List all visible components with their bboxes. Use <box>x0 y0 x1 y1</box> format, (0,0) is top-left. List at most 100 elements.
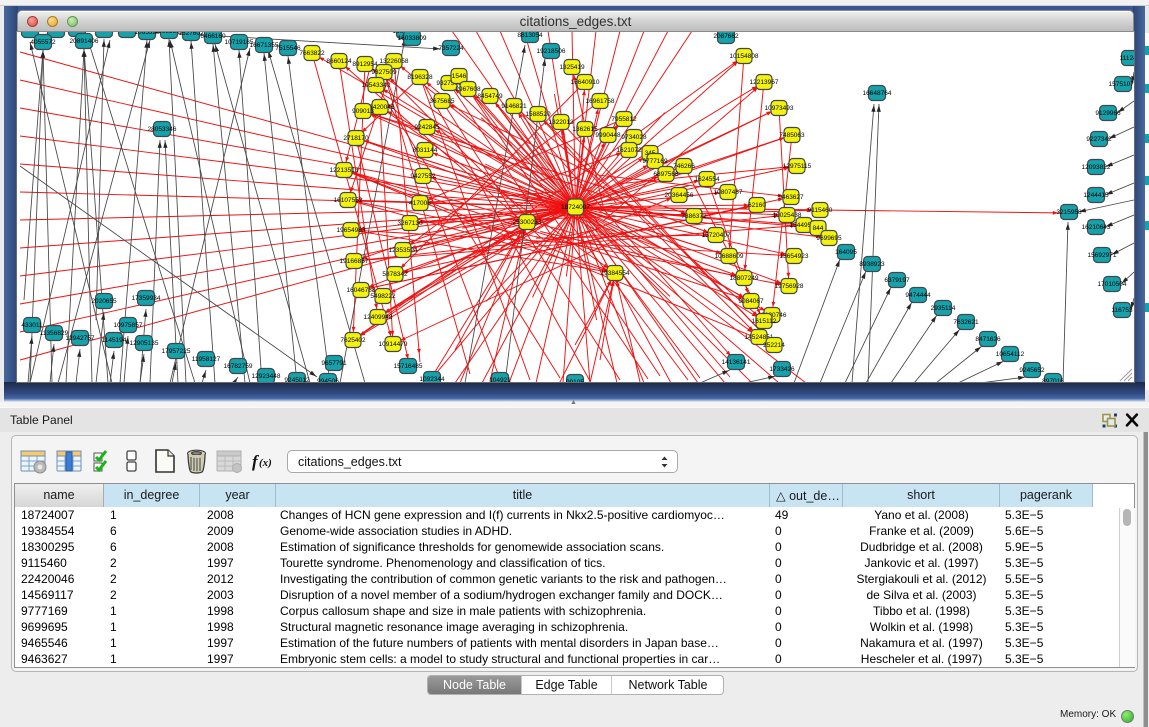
svg-text:11356829: 11356829 <box>40 330 69 337</box>
svg-text:3215958: 3215958 <box>1056 209 1082 216</box>
svg-text:7357224: 7357224 <box>438 45 464 52</box>
svg-text:116753: 116753 <box>1111 307 1133 314</box>
svg-text:12213513: 12213513 <box>330 167 359 174</box>
svg-text:7386372: 7386372 <box>681 213 707 220</box>
svg-text:9657791: 9657791 <box>321 360 347 367</box>
svg-text:111243: 111243 <box>1120 55 1134 62</box>
svg-text:7632621: 7632621 <box>953 319 979 326</box>
svg-text:7515546: 7515546 <box>275 45 301 52</box>
svg-text:9115460: 9115460 <box>808 207 833 214</box>
svg-text:2020655: 2020655 <box>91 298 117 305</box>
svg-text:1588520: 1588520 <box>525 111 551 118</box>
svg-text:433011: 433011 <box>21 322 43 329</box>
svg-text:8938923: 8938923 <box>859 261 885 268</box>
svg-text:8471626: 8471626 <box>975 336 1001 343</box>
svg-text:9245652: 9245652 <box>1019 367 1045 374</box>
svg-text:746266: 746266 <box>673 163 695 170</box>
svg-text:909013: 909013 <box>352 108 374 115</box>
svg-text:16648764: 16648764 <box>863 90 892 97</box>
svg-text:12213967: 12213967 <box>750 79 779 86</box>
svg-text:7663822: 7663822 <box>299 50 325 57</box>
svg-text:8813054: 8813054 <box>517 32 543 39</box>
svg-text:15751074: 15751074 <box>1109 81 1134 88</box>
svg-text:17010504: 17010504 <box>1098 281 1127 288</box>
svg-text:9990448: 9990448 <box>595 132 621 139</box>
svg-text:10973493: 10973493 <box>765 105 794 112</box>
svg-text:9327509: 9327509 <box>371 69 397 76</box>
svg-text:17359934: 17359934 <box>132 295 161 302</box>
svg-text:11958127: 11958127 <box>192 356 221 363</box>
svg-text:(x): (x) <box>259 457 272 469</box>
svg-text:1615112: 1615112 <box>752 318 777 325</box>
svg-text:10543342: 10543342 <box>362 82 391 89</box>
svg-text:252214: 252214 <box>763 342 785 349</box>
svg-text:12923448: 12923448 <box>252 373 281 380</box>
svg-text:19756928: 19756928 <box>775 283 804 290</box>
svg-text:6897568: 6897568 <box>653 171 679 178</box>
svg-text:12093822: 12093822 <box>1082 164 1111 171</box>
svg-text:8031144: 8031144 <box>413 147 438 154</box>
svg-text:3675685: 3675685 <box>429 98 455 105</box>
svg-text:1546: 1546 <box>452 73 467 80</box>
svg-text:7625402: 7625402 <box>340 337 366 344</box>
svg-text:62160: 62160 <box>748 202 766 209</box>
svg-text:18807249: 18807249 <box>730 275 759 282</box>
svg-text:8196328: 8196328 <box>407 74 433 81</box>
svg-text:14136141: 14136141 <box>722 359 751 366</box>
svg-text:16640910: 16640910 <box>571 79 600 86</box>
svg-text:12942757: 12942757 <box>66 335 95 342</box>
svg-text:994506: 994506 <box>317 378 339 382</box>
svg-text:9245012: 9245012 <box>284 377 310 382</box>
svg-text:2967608: 2967608 <box>455 86 481 93</box>
svg-text:1733426: 1733426 <box>769 366 795 373</box>
svg-text:4055572: 4055572 <box>30 39 56 46</box>
svg-text:8660124: 8660124 <box>326 58 352 65</box>
svg-text:5878342: 5878342 <box>382 271 408 278</box>
svg-text:6379197: 6379197 <box>884 277 910 284</box>
svg-text:12353594: 12353594 <box>389 247 418 254</box>
svg-text:1621072: 1621072 <box>616 147 642 154</box>
svg-text:9227342: 9227342 <box>1086 136 1112 143</box>
svg-text:16107552: 16107552 <box>334 197 363 204</box>
svg-text:6466160: 6466160 <box>200 33 226 40</box>
svg-text:9427552: 9427552 <box>410 173 436 180</box>
svg-text:1362615: 1362615 <box>572 126 598 133</box>
svg-text:1244415: 1244415 <box>1083 192 1109 199</box>
svg-text:10688609: 10688609 <box>715 253 744 260</box>
svg-text:12409948: 12409948 <box>364 314 393 321</box>
svg-text:16210643: 16210643 <box>1082 224 1111 231</box>
svg-text:2718170: 2718170 <box>343 135 369 142</box>
svg-text:99105: 99105 <box>566 379 584 382</box>
svg-text:9699695: 9699695 <box>816 235 842 242</box>
svg-text:3267130: 3267130 <box>397 220 423 227</box>
svg-text:20364456: 20364456 <box>665 192 694 199</box>
svg-text:10654112: 10654112 <box>996 351 1025 358</box>
svg-text:104921: 104921 <box>489 377 511 382</box>
svg-text:897016: 897016 <box>1042 378 1064 382</box>
svg-text:9777169: 9777169 <box>642 158 668 165</box>
svg-text:19166857: 19166857 <box>340 258 369 265</box>
svg-text:16782759: 16782759 <box>224 363 253 370</box>
svg-text:18724007: 18724007 <box>561 204 590 211</box>
svg-text:9463627: 9463627 <box>778 194 804 201</box>
svg-text:8454749: 8454749 <box>477 93 503 100</box>
svg-text:1092344: 1092344 <box>419 376 445 382</box>
svg-text:13654923: 13654923 <box>780 253 809 260</box>
svg-text:10914479: 10914479 <box>379 341 408 348</box>
svg-text:2935114: 2935114 <box>931 305 956 312</box>
svg-text:9242845: 9242845 <box>414 124 440 131</box>
svg-text:28053346: 28053346 <box>148 126 177 133</box>
svg-text:7485063: 7485063 <box>779 132 805 139</box>
svg-text:164095: 164095 <box>835 249 857 256</box>
svg-text:17957225: 17957225 <box>162 348 191 355</box>
svg-text:5498222: 5498222 <box>370 293 396 300</box>
svg-text:20891406: 20891406 <box>70 38 99 45</box>
svg-text:19654983: 19654983 <box>337 227 366 234</box>
svg-text:15692971: 15692971 <box>1088 252 1117 259</box>
svg-text:1322013: 1322013 <box>548 119 574 126</box>
svg-text:10154808: 10154808 <box>730 53 759 60</box>
svg-text:12905135: 12905135 <box>130 340 159 347</box>
svg-text:2087662: 2087662 <box>713 33 739 40</box>
svg-text:25300233: 25300233 <box>513 219 542 226</box>
svg-text:19384554: 19384554 <box>601 270 630 277</box>
